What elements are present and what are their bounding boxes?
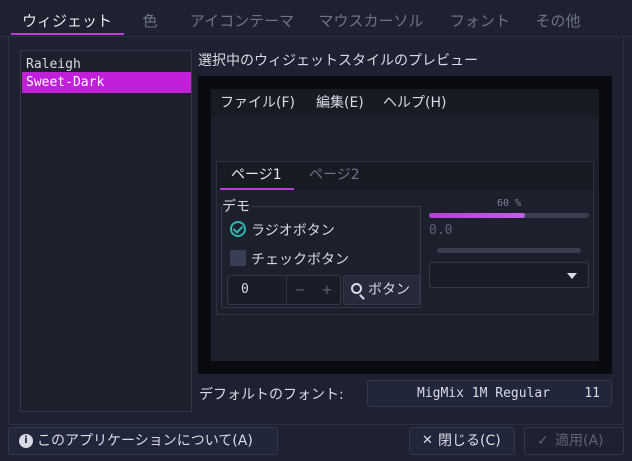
- tab-fonts[interactable]: フォント: [446, 8, 514, 36]
- tab-page-1[interactable]: ページ1: [231, 162, 282, 188]
- preview-button[interactable]: ボタン: [343, 275, 420, 305]
- menu-help[interactable]: ヘルプ(H): [383, 89, 446, 117]
- font-size: 11: [584, 386, 600, 401]
- search-icon: [351, 283, 362, 294]
- tab-page-2[interactable]: ページ2: [309, 162, 360, 188]
- preview-button-label: ボタン: [368, 282, 410, 298]
- spin-value[interactable]: 0: [241, 276, 249, 304]
- check-icon: ✓: [537, 433, 549, 449]
- progress-text: 60 %: [496, 198, 522, 209]
- close-icon: ✕: [422, 433, 433, 448]
- apply-button-label: 適用(A): [555, 433, 604, 449]
- checkbox-icon[interactable]: [230, 250, 246, 266]
- menu-file[interactable]: ファイル(F): [220, 89, 295, 117]
- menu-edit[interactable]: 編集(E): [316, 89, 364, 117]
- preview-notebook-tabs: ページ1 ページ2: [217, 162, 593, 190]
- check-button-label[interactable]: チェックボタン: [251, 249, 349, 269]
- tab-icon-theme[interactable]: アイコンテーマ: [187, 8, 297, 36]
- theme-item-sweet-dark[interactable]: Sweet-Dark: [22, 72, 191, 93]
- preview-menubar: ファイル(F) 編集(E) ヘルプ(H): [211, 89, 599, 117]
- about-button[interactable]: i このアプリケーションについて(A): [8, 427, 278, 455]
- font-chooser-button[interactable]: MigMix 1M Regular 11: [367, 380, 612, 407]
- combo-box[interactable]: [429, 262, 589, 288]
- spin-minus-icon[interactable]: −: [287, 276, 313, 304]
- scale-slider[interactable]: [437, 248, 581, 253]
- close-button-label: 閉じる(C): [438, 433, 501, 449]
- active-tab-indicator: [11, 33, 124, 35]
- info-icon: i: [19, 434, 33, 448]
- font-name: MigMix 1M Regular: [417, 386, 551, 401]
- progress-fill: [429, 213, 525, 218]
- spin-plus-icon[interactable]: +: [314, 276, 340, 304]
- radio-checked-icon[interactable]: [230, 221, 246, 237]
- progress-bar: [429, 213, 589, 218]
- preview-title: 選択中のウィジェットスタイルのプレビュー: [198, 53, 478, 69]
- spin-button[interactable]: 0 − +: [227, 275, 341, 305]
- page-tab-indicator: [220, 188, 294, 190]
- demo-frame-label: デモ: [222, 196, 252, 216]
- about-button-label: このアプリケーションについて(A): [37, 433, 253, 449]
- tab-mouse-cursor[interactable]: マウスカーソル: [316, 8, 426, 36]
- default-font-label: デフォルトのフォント:: [199, 387, 344, 403]
- tab-widgets[interactable]: ウィジェット: [14, 8, 120, 36]
- tab-colors[interactable]: 色: [136, 8, 164, 36]
- apply-button[interactable]: ✓ 適用(A): [524, 427, 624, 455]
- close-button[interactable]: ✕ 閉じる(C): [409, 427, 515, 455]
- theme-list[interactable]: Raleigh Sweet-Dark: [20, 50, 192, 412]
- radio-button-label[interactable]: ラジオボタン: [251, 220, 335, 240]
- chevron-down-icon: [567, 273, 577, 279]
- scale-value: 0.0: [429, 223, 453, 238]
- tab-other[interactable]: その他: [532, 8, 584, 36]
